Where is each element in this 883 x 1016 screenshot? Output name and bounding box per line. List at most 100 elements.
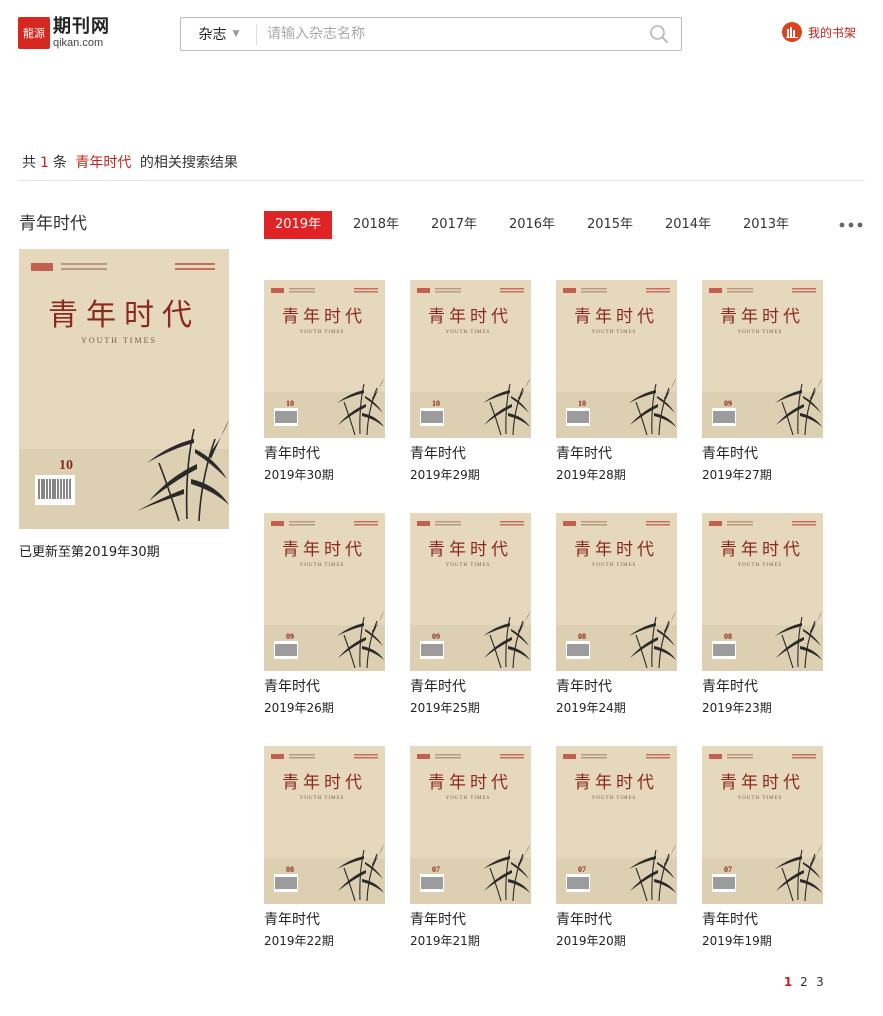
more-years-button[interactable]	[838, 211, 864, 239]
issue-number: 2019年25期	[410, 701, 480, 715]
issue-card[interactable]: 青年时代 YOUTH TIMES 10 青年时代 2019年28期	[556, 280, 677, 482]
year-tab[interactable]: 2013年	[732, 211, 800, 239]
logo-domain: qikan.com	[53, 36, 104, 49]
cover-issue-number: 08	[724, 632, 732, 641]
bookshelf-label: 我的书架	[808, 25, 857, 40]
issue-card[interactable]: 青年时代 YOUTH TIMES 07 青年时代 2019年20期	[556, 746, 677, 948]
issue-cover[interactable]: 青年时代 YOUTH TIMES 07	[410, 746, 531, 904]
cover-issue-number: 10	[286, 399, 294, 408]
cover-subtitle-text: YOUTH TIMES	[592, 796, 637, 801]
issue-title[interactable]: 青年时代	[702, 679, 823, 695]
year-tab[interactable]: 2014年	[654, 211, 722, 239]
cover-subtitle-text: YOUTH TIMES	[592, 563, 637, 568]
cover-issue-number: 07	[432, 865, 440, 874]
search-result-summary: 共1条 青年时代 的相关搜索结果	[22, 152, 238, 172]
issue-card[interactable]: 青年时代 YOUTH TIMES 10 青年时代 2019年30期	[264, 280, 385, 482]
latest-issue-note: 已更新至第2019年30期	[19, 545, 160, 560]
magazine-cover-large[interactable]: 青年时代 YOUTH TIMES 10	[19, 249, 229, 529]
cover-title-text: 青年时代	[48, 298, 200, 333]
issue-cover[interactable]: 青年时代 YOUTH TIMES 08	[264, 746, 385, 904]
issue-title[interactable]: 青年时代	[264, 679, 385, 695]
issue-title[interactable]: 青年时代	[410, 446, 531, 462]
caret-down-icon: ▼	[232, 29, 240, 39]
issue-cover[interactable]: 青年时代 YOUTH TIMES 07	[702, 746, 823, 904]
cover-issue-number: 10	[59, 458, 73, 473]
issue-title[interactable]: 青年时代	[410, 912, 531, 928]
issue-card[interactable]: 青年时代 YOUTH TIMES 08 青年时代 2019年22期	[264, 746, 385, 948]
issue-number: 2019年28期	[556, 468, 626, 482]
issue-card[interactable]: 青年时代 YOUTH TIMES 10 青年时代 2019年29期	[410, 280, 531, 482]
issue-number: 2019年29期	[410, 468, 480, 482]
cover-title-text: 青年时代	[720, 307, 804, 327]
cover-subtitle-text: YOUTH TIMES	[300, 330, 345, 335]
cover-title-text: 青年时代	[428, 307, 512, 327]
issue-title[interactable]: 青年时代	[264, 912, 385, 928]
year-tab[interactable]: 2017年	[420, 211, 488, 239]
issue-cover[interactable]: 青年时代 YOUTH TIMES 10	[556, 280, 677, 438]
page-link[interactable]: 2	[796, 975, 812, 989]
issue-cover[interactable]: 青年时代 YOUTH TIMES 08	[556, 513, 677, 671]
issue-card[interactable]: 青年时代 YOUTH TIMES 08 青年时代 2019年23期	[702, 513, 823, 715]
page-link[interactable]: 1	[780, 975, 796, 989]
cover-issue-number: 08	[286, 865, 294, 874]
bookshelf-icon	[782, 22, 802, 42]
my-bookshelf-link[interactable]: 我的书架	[782, 22, 856, 42]
issue-title[interactable]: 青年时代	[410, 679, 531, 695]
divider	[18, 180, 865, 181]
issue-card[interactable]: 青年时代 YOUTH TIMES 09 青年时代 2019年27期	[702, 280, 823, 482]
cover-subtitle-text: YOUTH TIMES	[300, 796, 345, 801]
issue-title[interactable]: 青年时代	[556, 912, 677, 928]
issue-number: 2019年23期	[702, 701, 772, 715]
cover-title-text: 青年时代	[282, 773, 366, 793]
year-tab[interactable]: 2015年	[576, 211, 644, 239]
cover-issue-number: 10	[432, 399, 440, 408]
year-tabs: 2019年 2018年 2017年 2016年 2015年 2014年 2013…	[264, 211, 864, 239]
logo-title: 期刊网	[53, 15, 110, 37]
issue-number: 2019年19期	[702, 934, 772, 948]
cover-title-text: 青年时代	[428, 773, 512, 793]
search-icon	[650, 25, 668, 43]
summary-unit: 条	[52, 155, 67, 171]
cover-title-text: 青年时代	[428, 540, 512, 560]
search-bar: 杂志 ▼	[180, 17, 682, 51]
issue-cover[interactable]: 青年时代 YOUTH TIMES 09	[264, 513, 385, 671]
issue-card[interactable]: 青年时代 YOUTH TIMES 08 青年时代 2019年24期	[556, 513, 677, 715]
cover-subtitle-text: YOUTH TIMES	[738, 330, 783, 335]
search-button[interactable]	[637, 18, 681, 50]
issue-cover[interactable]: 青年时代 YOUTH TIMES 09	[702, 280, 823, 438]
issue-card[interactable]: 青年时代 YOUTH TIMES 09 青年时代 2019年26期	[264, 513, 385, 715]
page-link[interactable]: 3	[812, 975, 828, 989]
issue-title[interactable]: 青年时代	[702, 446, 823, 462]
year-tab[interactable]: 2016年	[498, 211, 566, 239]
summary-prefix: 共	[22, 155, 36, 171]
site-logo[interactable]: 龍源 期刊网 qikan.com	[18, 16, 118, 50]
issue-cover[interactable]: 青年时代 YOUTH TIMES 08	[702, 513, 823, 671]
summary-suffix: 的相关搜索结果	[139, 155, 238, 171]
logo-mark: 龍源	[18, 17, 50, 49]
issue-card[interactable]: 青年时代 YOUTH TIMES 07 青年时代 2019年19期	[702, 746, 823, 948]
issue-title[interactable]: 青年时代	[702, 912, 823, 928]
search-category-select[interactable]: 杂志 ▼	[181, 18, 257, 50]
issue-title[interactable]: 青年时代	[556, 679, 677, 695]
year-tab[interactable]: 2018年	[342, 211, 410, 239]
issue-cover[interactable]: 青年时代 YOUTH TIMES 10	[264, 280, 385, 438]
year-tab[interactable]: 2019年	[264, 211, 332, 239]
issue-cover[interactable]: 青年时代 YOUTH TIMES 09	[410, 513, 531, 671]
issue-card[interactable]: 青年时代 YOUTH TIMES 07 青年时代 2019年21期	[410, 746, 531, 948]
cover-subtitle-text: YOUTH TIMES	[738, 563, 783, 568]
issue-card[interactable]: 青年时代 YOUTH TIMES 09 青年时代 2019年25期	[410, 513, 531, 715]
issue-cover[interactable]: 青年时代 YOUTH TIMES 07	[556, 746, 677, 904]
search-category-label: 杂志	[198, 27, 227, 43]
issue-cover[interactable]: 青年时代 YOUTH TIMES 10	[410, 280, 531, 438]
issue-number: 2019年26期	[264, 701, 334, 715]
cover-title-text: 青年时代	[720, 540, 804, 560]
cover-subtitle-text: YOUTH TIMES	[446, 796, 491, 801]
search-input[interactable]	[257, 18, 637, 50]
cover-issue-number: 07	[724, 865, 732, 874]
issue-title[interactable]: 青年时代	[556, 446, 677, 462]
cover-issue-number: 07	[578, 865, 586, 874]
issue-title[interactable]: 青年时代	[264, 446, 385, 462]
result-count: 1	[40, 155, 49, 171]
issue-number: 2019年30期	[264, 468, 334, 482]
cover-title-text: 青年时代	[720, 773, 804, 793]
